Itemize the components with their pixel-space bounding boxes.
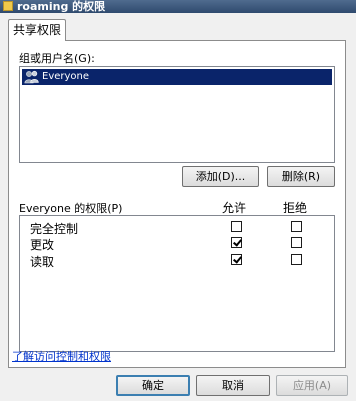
title-bar[interactable]: roaming 的权限 [0, 0, 356, 13]
help-link[interactable]: 了解访问控制和权限 [12, 348, 111, 364]
permission-name: 读取 [30, 255, 55, 269]
permission-row: 读取 [20, 252, 334, 269]
permissions-panel: 组或用户名(G): Everyone 添加(D)... 删除(R) Everyo… [8, 40, 346, 368]
group-user-list[interactable]: Everyone [19, 66, 335, 163]
remove-button[interactable]: 删除(R) [267, 166, 335, 187]
permissions-table: 完全控制 更改 读取 [19, 215, 335, 352]
ok-button[interactable]: 确定 [116, 375, 190, 396]
deny-checkbox[interactable] [291, 221, 302, 232]
tab-share-permissions[interactable]: 共享权限 [8, 19, 66, 41]
deny-checkbox[interactable] [291, 237, 302, 248]
groups-label: 组或用户名(G): [19, 52, 95, 65]
cancel-button[interactable]: 取消 [196, 375, 270, 396]
permission-name: 更改 [30, 238, 55, 252]
deny-column-header: 拒绝 [283, 201, 308, 215]
allow-checkbox[interactable] [231, 254, 242, 265]
users-icon [24, 70, 39, 84]
deny-checkbox[interactable] [291, 254, 302, 265]
apply-button[interactable]: 应用(A) [276, 375, 348, 396]
permissions-label: Everyone 的权限(P) [19, 202, 123, 215]
allow-checkbox[interactable] [231, 237, 242, 248]
allow-checkbox[interactable] [231, 221, 242, 232]
folder-icon [3, 1, 13, 11]
window-title: roaming 的权限 [17, 0, 106, 13]
add-button[interactable]: 添加(D)... [182, 166, 259, 187]
list-item-name: Everyone [42, 71, 90, 82]
list-item[interactable]: Everyone [22, 69, 332, 85]
permission-row: 更改 [20, 235, 334, 252]
permission-row: 完全控制 [20, 219, 334, 236]
allow-column-header: 允许 [222, 201, 247, 215]
